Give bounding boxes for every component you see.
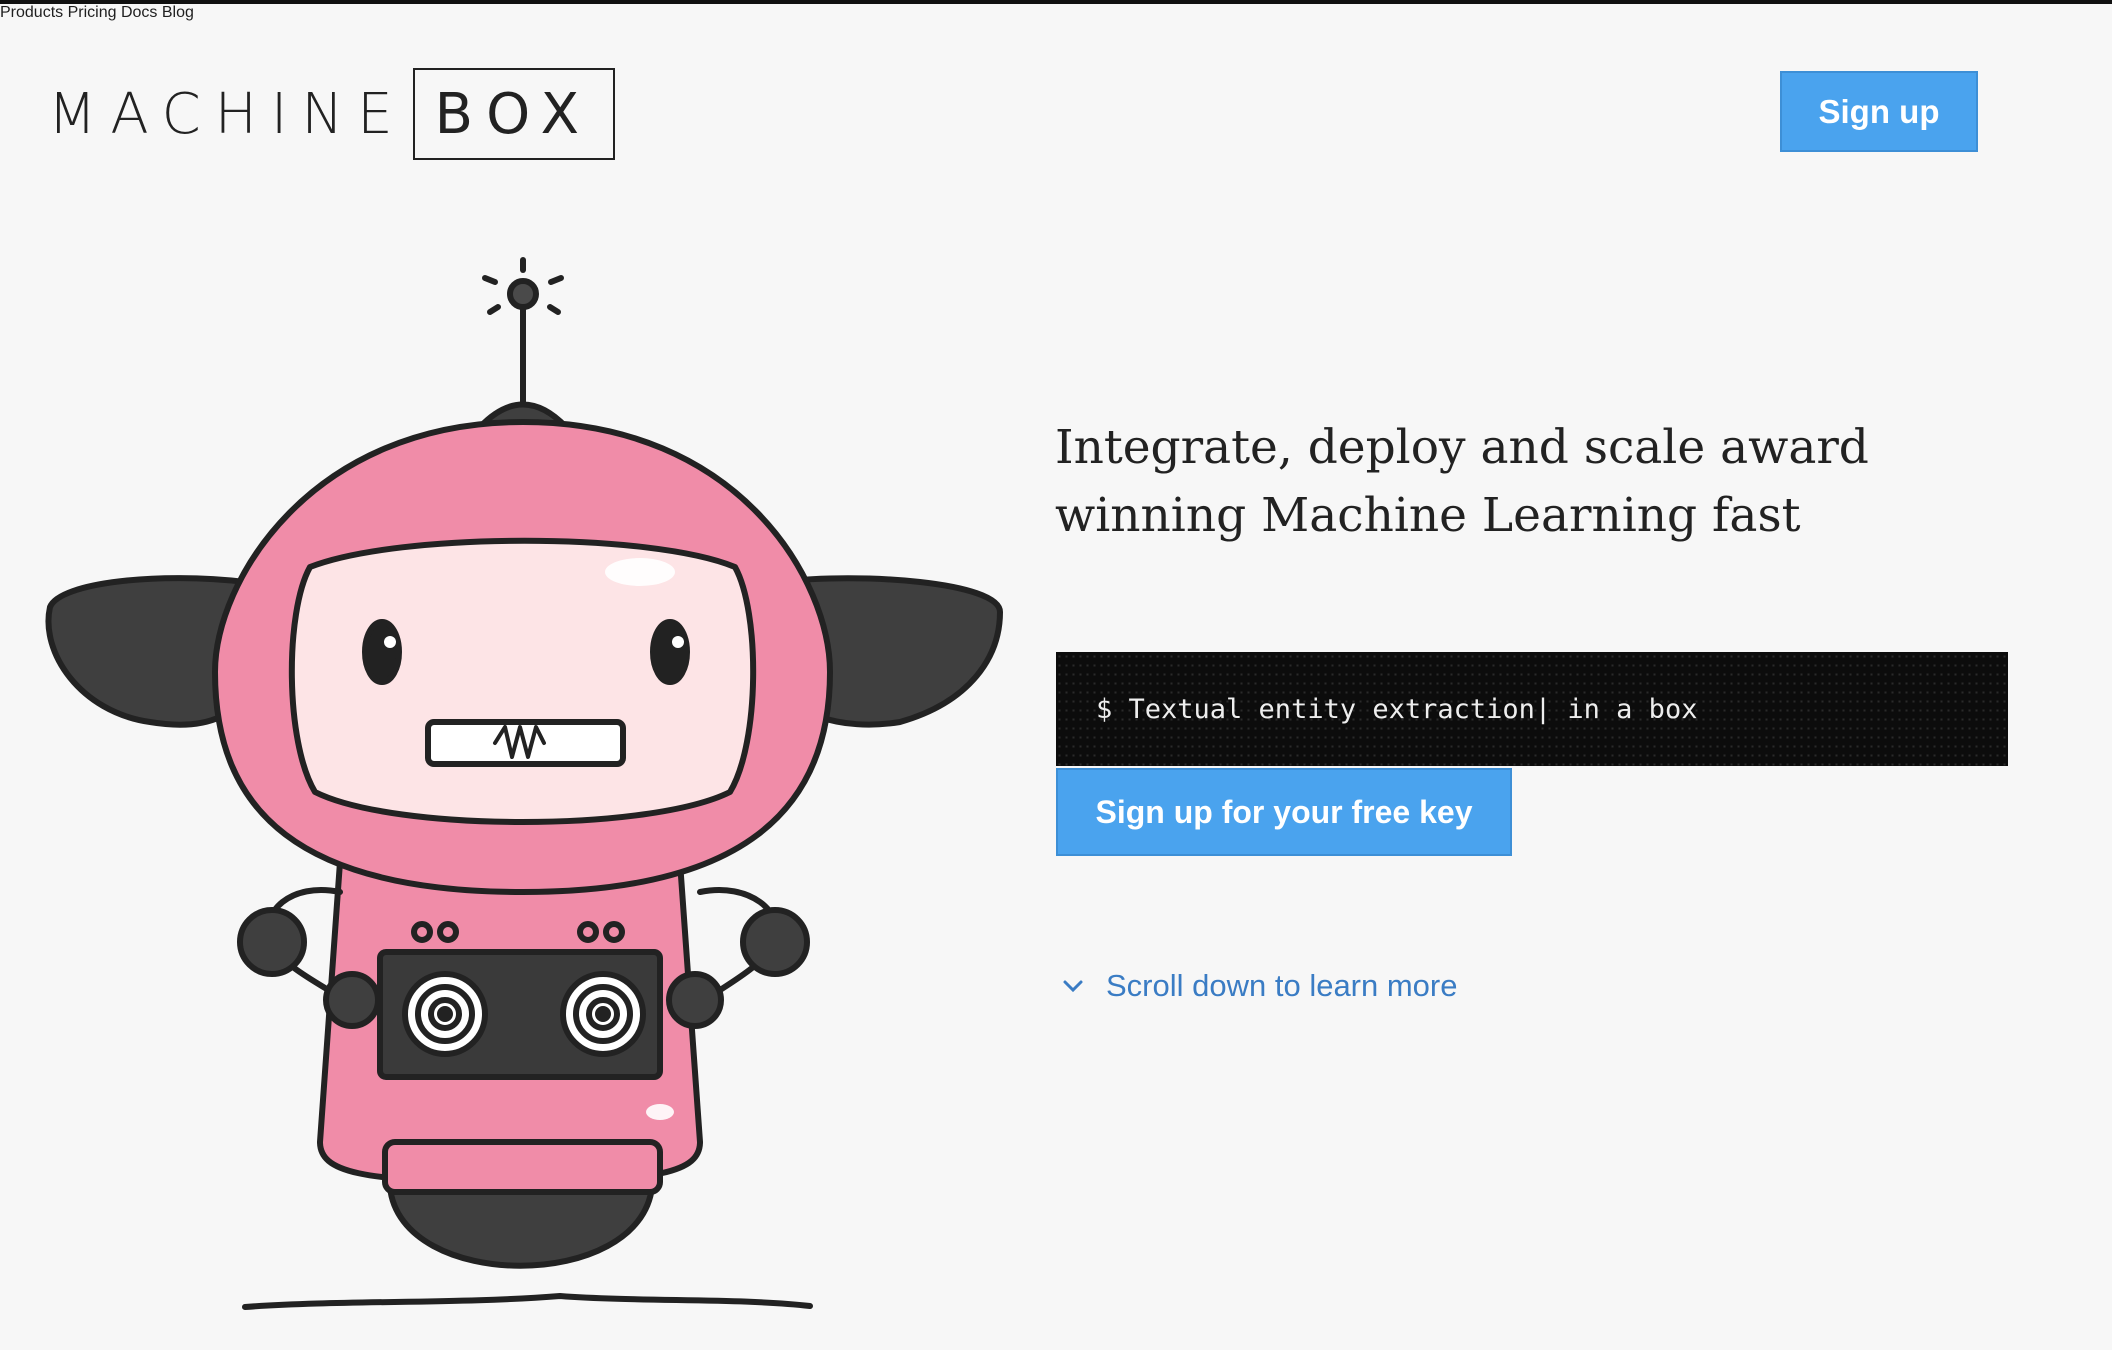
free-key-signup-button[interactable]: Sign up for your free key [1056,768,1512,856]
brand-machine: MACHINE [48,81,407,147]
brand-logo[interactable]: MACHINE BOX [48,64,615,164]
terminal-typing-box: $ Textual entity extraction| in a box [1056,652,2008,766]
scroll-down-link[interactable]: Scroll down to learn more [1062,968,1458,1004]
scroll-down-label: Scroll down to learn more [1106,968,1458,1003]
hero-title: Integrate, deploy and scale award winnin… [1055,420,1869,543]
robot-mascot [40,252,1020,1337]
terminal-text: $ Textual entity extraction| in a box [1096,693,1698,725]
nav-products[interactable]: Products [0,4,63,21]
nav-docs[interactable]: Docs [121,4,157,21]
chevron-down-icon [1063,980,1083,993]
signup-button[interactable]: Sign up [1780,71,1978,152]
nav-pricing[interactable]: Pricing [68,4,117,21]
top-nav: Products Pricing Docs Blog [0,4,2112,22]
nav-blog[interactable]: Blog [162,4,194,21]
brand-box: BOX [412,68,615,160]
